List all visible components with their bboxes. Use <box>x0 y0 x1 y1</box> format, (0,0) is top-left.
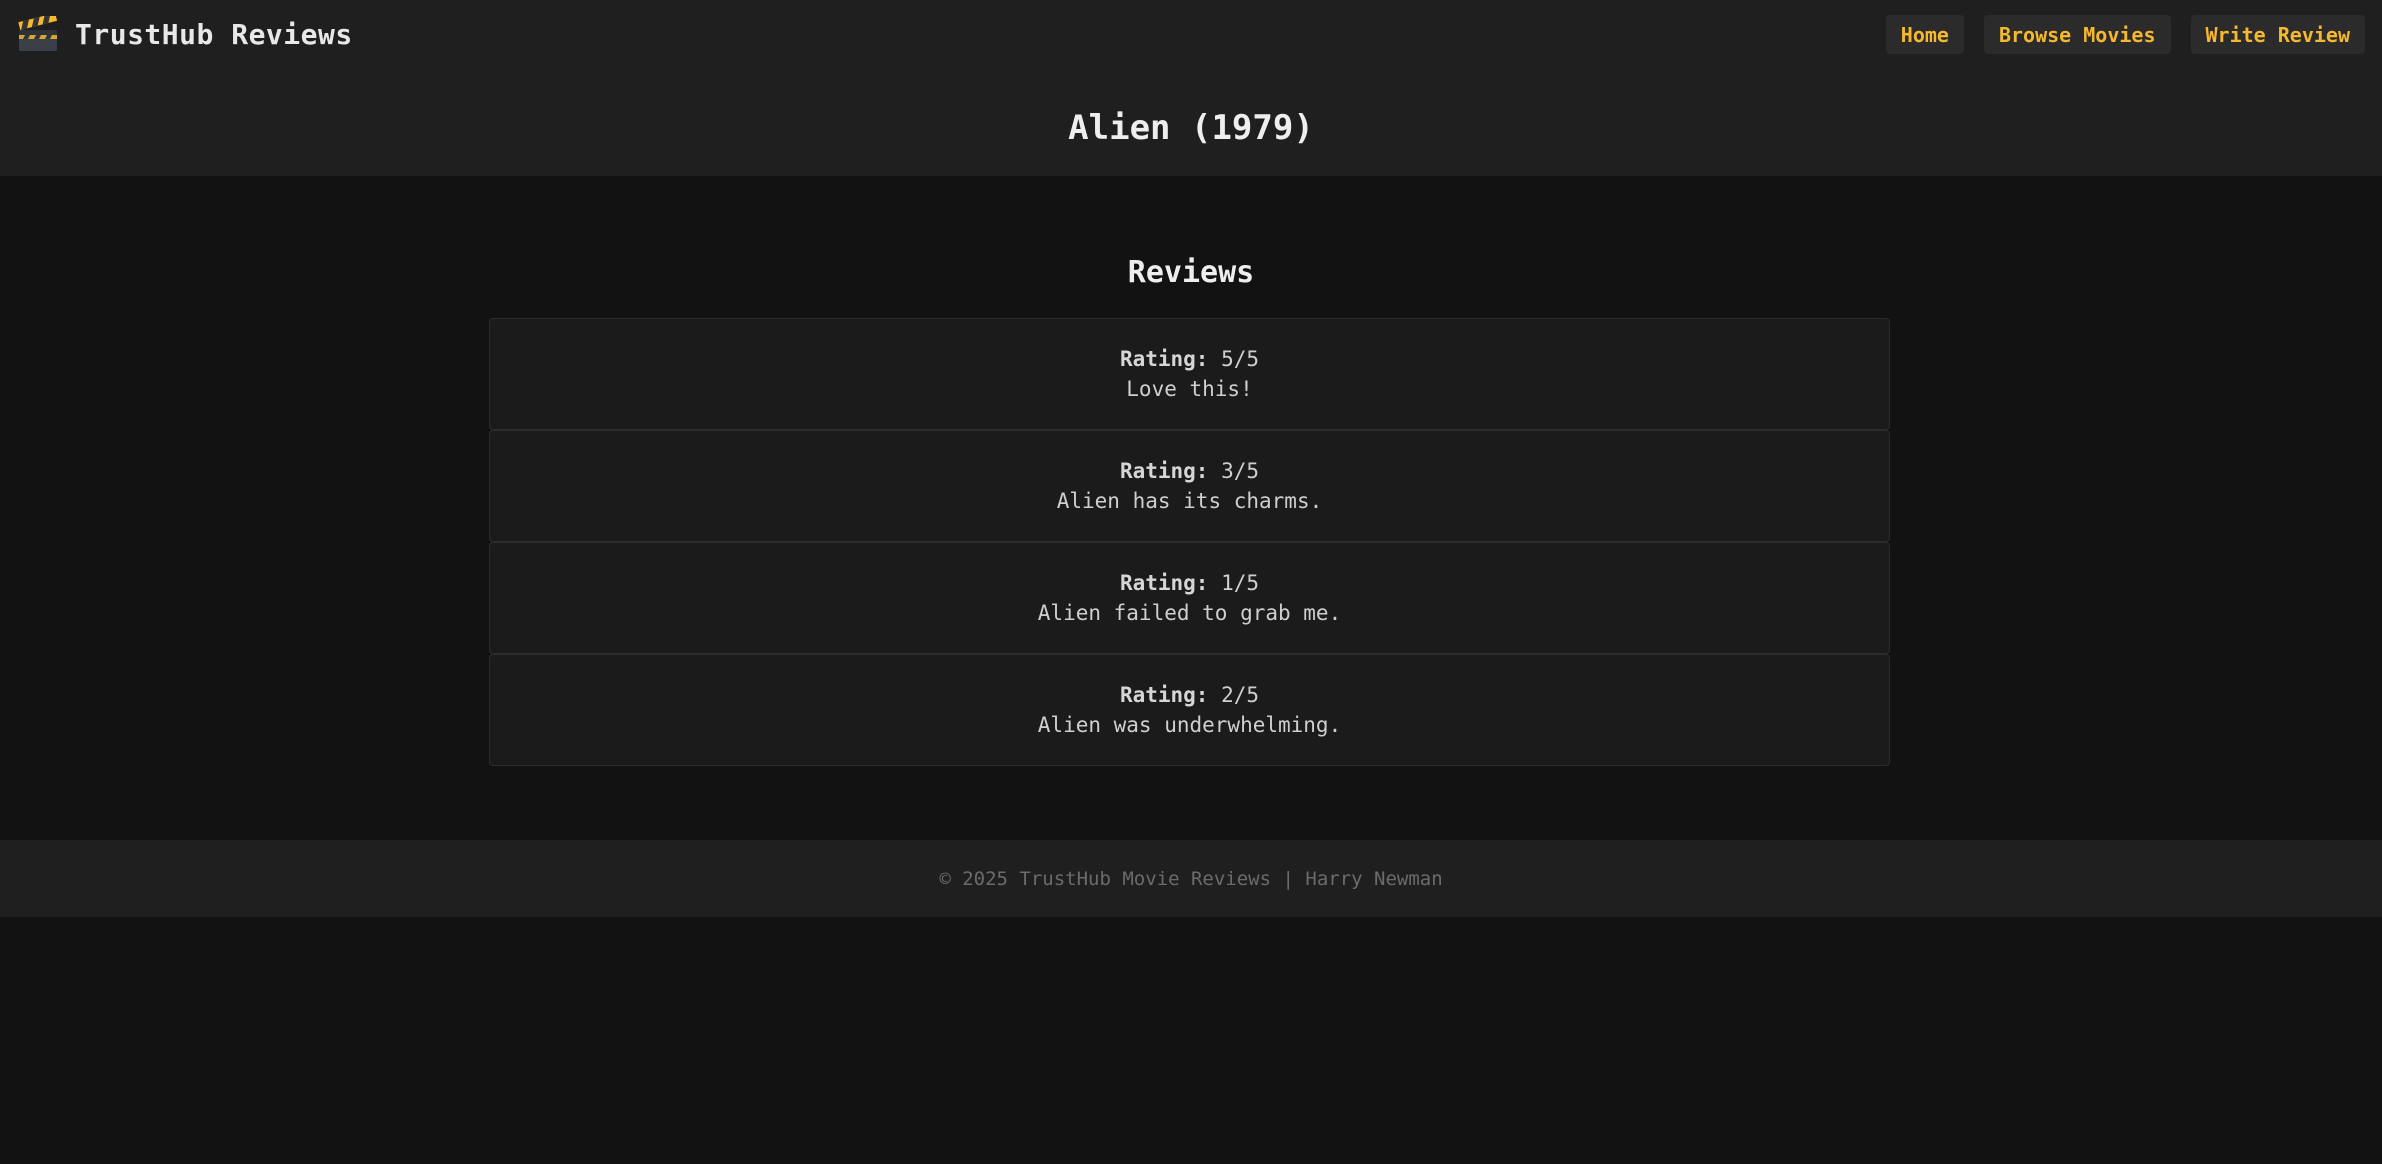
rating-value: 3/5 <box>1221 459 1260 483</box>
review-rating: Rating: 2/5 <box>1120 680 1259 710</box>
site-header: TrustHub Reviews Home Browse Movies Writ… <box>0 0 2382 176</box>
review-rating: Rating: 5/5 <box>1120 344 1259 374</box>
review-card: Rating: 3/5 Alien has its charms. <box>489 430 1890 542</box>
review-text: Alien was underwhelming. <box>1037 713 1342 737</box>
nav-home-button[interactable]: Home <box>1885 15 1964 54</box>
main-nav: Home Browse Movies Write Review <box>1885 15 2365 54</box>
clapperboard-icon <box>17 16 59 52</box>
rating-value: 5/5 <box>1221 347 1260 371</box>
brand-name: TrustHub Reviews <box>75 17 353 51</box>
review-card: Rating: 5/5 Love this! <box>489 318 1890 430</box>
rating-label: Rating: <box>1119 459 1209 483</box>
rating-value: 1/5 <box>1221 571 1260 595</box>
rating-label: Rating: <box>1119 683 1209 707</box>
footer-text: © 2025 TrustHub Movie Reviews | Harry Ne… <box>939 867 1443 890</box>
review-text: Alien failed to grab me. <box>1037 601 1342 625</box>
review-rating: Rating: 3/5 <box>1120 456 1259 486</box>
review-card: Rating: 1/5 Alien failed to grab me. <box>489 542 1890 654</box>
reviews-heading: Reviews <box>1127 255 1255 290</box>
rating-label: Rating: <box>1119 571 1209 595</box>
review-text: Alien has its charms. <box>1056 489 1323 513</box>
review-text: Love this! <box>1126 377 1253 401</box>
brand-logo[interactable]: TrustHub Reviews <box>17 10 353 58</box>
movie-title: Alien (1979) <box>1068 108 1314 148</box>
review-card: Rating: 2/5 Alien was underwhelming. <box>489 654 1890 766</box>
rating-value: 2/5 <box>1221 683 1260 707</box>
site-footer: © 2025 TrustHub Movie Reviews | Harry Ne… <box>0 840 2382 917</box>
nav-browse-movies-button[interactable]: Browse Movies <box>1983 15 2171 54</box>
rating-label: Rating: <box>1119 347 1209 371</box>
nav-write-review-button[interactable]: Write Review <box>2190 15 2365 54</box>
review-rating: Rating: 1/5 <box>1120 568 1259 598</box>
reviews-list: Rating: 5/5 Love this! Rating: 3/5 Alien… <box>489 318 1890 766</box>
